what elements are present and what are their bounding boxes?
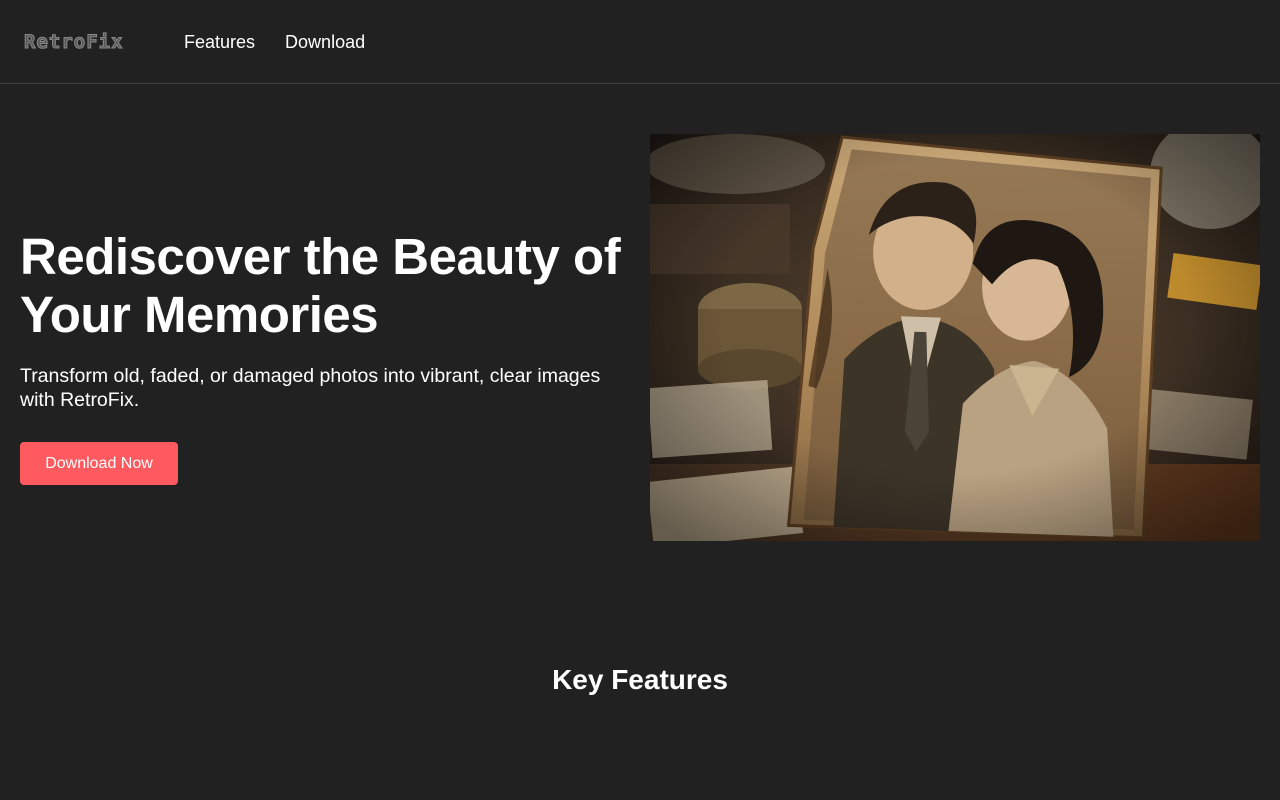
top-navigation-bar: RetroFix Features Download [0, 0, 1280, 84]
download-now-button[interactable]: Download Now [20, 442, 178, 485]
main-nav: Features Download [184, 30, 365, 54]
hero-vintage-photo [650, 134, 1260, 541]
logo-text: RetroFix [24, 31, 124, 54]
hero-subtitle: Transform old, faded, or damaged photos … [20, 365, 601, 411]
nav-link-download[interactable]: Download [285, 30, 365, 54]
hero-title: Rediscover the Beauty of Your Memories [20, 228, 621, 343]
features-heading: Key Features [552, 664, 728, 695]
retrofix-logo[interactable]: RetroFix [24, 28, 128, 56]
hero-text-block: Rediscover the Beauty of Your Memories T… [20, 228, 630, 412]
nav-link-features[interactable]: Features [184, 30, 255, 54]
vintage-photo-illustration [650, 134, 1260, 541]
